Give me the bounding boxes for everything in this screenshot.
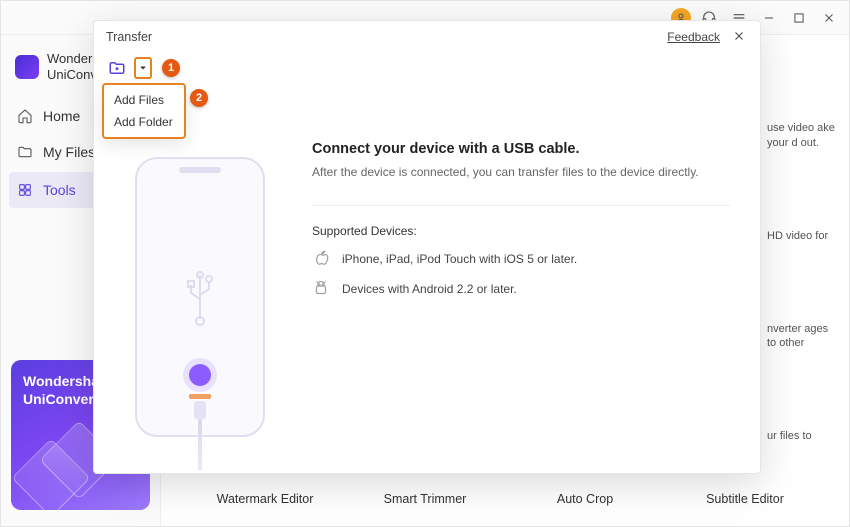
- divider: [312, 205, 730, 206]
- tools-icon: [17, 182, 33, 198]
- android-icon: [312, 280, 330, 298]
- window-maximize-icon[interactable]: [787, 6, 811, 30]
- phone-port-icon: [177, 364, 223, 471]
- hint-2: HD video for: [761, 223, 841, 250]
- feedback-link[interactable]: Feedback: [667, 30, 720, 44]
- window-close-icon[interactable]: [817, 6, 841, 30]
- brand-logo-icon: [15, 55, 39, 79]
- add-dropdown-menu: Add Files Add Folder: [102, 83, 186, 139]
- add-button[interactable]: [106, 57, 128, 79]
- apple-icon: [312, 250, 330, 268]
- dropdown-add-files[interactable]: Add Files: [104, 89, 184, 111]
- connect-sub: After the device is connected, you can t…: [312, 165, 730, 179]
- hint-4: ur files to: [761, 423, 841, 450]
- tool-auto-crop[interactable]: Auto Crop: [511, 492, 659, 518]
- modal-title: Transfer: [106, 30, 152, 44]
- nav-home-label: Home: [43, 108, 80, 124]
- usb-icon: [180, 269, 220, 334]
- nav-tools-label: Tools: [43, 182, 76, 198]
- home-icon: [17, 108, 33, 124]
- connect-title: Connect your device with a USB cable.: [312, 141, 730, 157]
- modal-header: Transfer Feedback: [94, 21, 760, 53]
- modal-close-button[interactable]: [732, 29, 748, 45]
- background-hints: use video ake your d out. HD video for n…: [761, 115, 841, 450]
- annotation-badge-1: 1: [162, 59, 180, 77]
- folder-plus-icon: [108, 59, 126, 77]
- hint-3: nverter ages to other: [761, 316, 841, 358]
- supported-android-text: Devices with Android 2.2 or later.: [342, 282, 517, 296]
- hint-1: use video ake your d out.: [761, 115, 841, 157]
- annotation-badge-2: 2: [190, 89, 208, 107]
- nav-myfiles-label: My Files: [43, 144, 95, 160]
- supported-ios-text: iPhone, iPad, iPod Touch with iOS 5 or l…: [342, 252, 577, 266]
- tools-row: Watermark Editor Smart Trimmer Auto Crop…: [161, 486, 849, 526]
- add-dropdown-toggle[interactable]: [134, 57, 152, 79]
- chevron-down-icon: [138, 63, 148, 73]
- modal-toolbar: 1 Add Files Add Folder 2: [94, 53, 760, 79]
- supported-ios-row: iPhone, iPad, iPod Touch with iOS 5 or l…: [312, 250, 730, 268]
- app-window: Wondershare UniConverter Home My Files T…: [0, 0, 850, 527]
- supported-android-row: Devices with Android 2.2 or later.: [312, 280, 730, 298]
- tool-watermark[interactable]: Watermark Editor: [191, 492, 339, 518]
- modal-body: Connect your device with a USB cable. Af…: [94, 79, 760, 471]
- dropdown-add-folder[interactable]: Add Folder: [104, 111, 184, 133]
- supported-title: Supported Devices:: [312, 224, 730, 238]
- folder-icon: [17, 144, 33, 160]
- transfer-modal: Transfer Feedback 1 Add Files Add Folder…: [93, 20, 761, 474]
- tool-subtitle-editor[interactable]: Subtitle Editor: [671, 492, 819, 518]
- device-illustration: [120, 103, 280, 459]
- modal-info: Connect your device with a USB cable. Af…: [312, 103, 734, 459]
- tool-smart-trimmer[interactable]: Smart Trimmer: [351, 492, 499, 518]
